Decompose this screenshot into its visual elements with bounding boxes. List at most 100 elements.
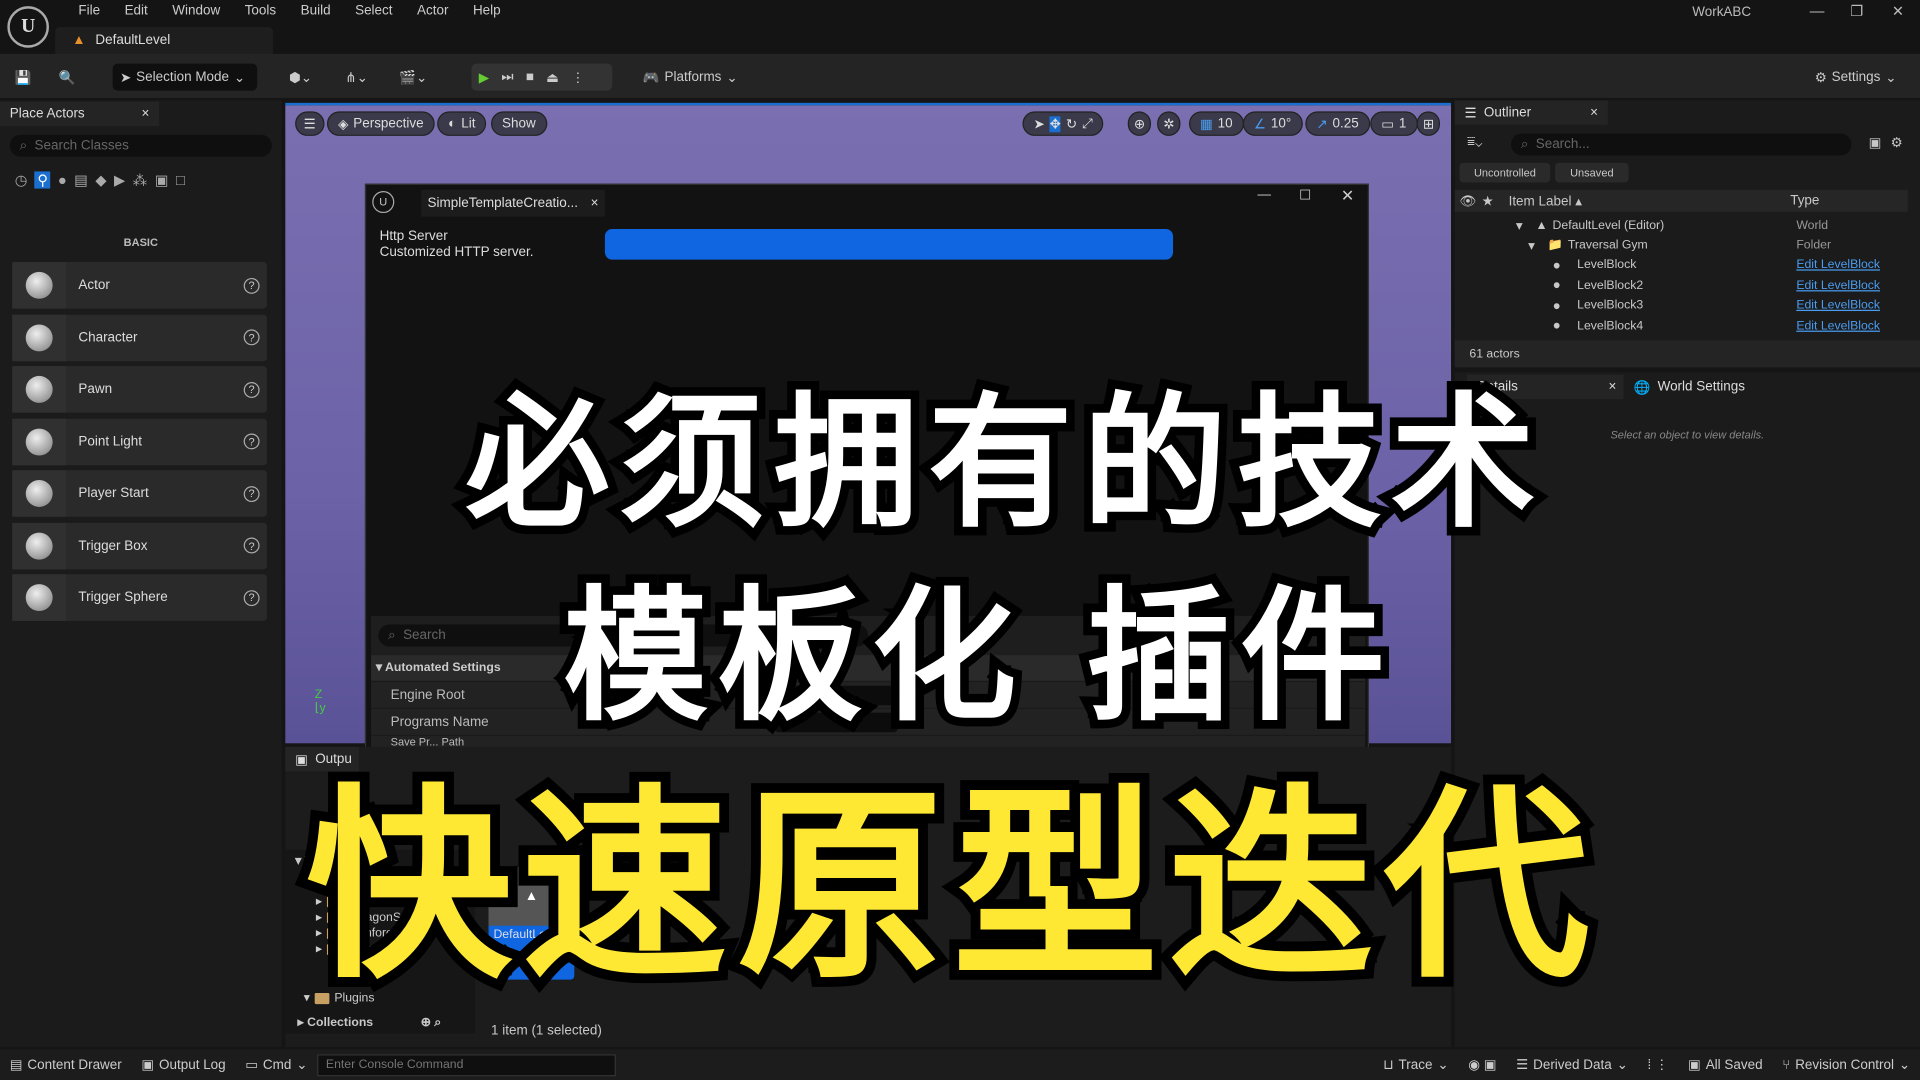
- stop-icon[interactable]: ■: [526, 70, 534, 85]
- outliner-tab[interactable]: ☰ Outliner ×: [1454, 100, 1608, 125]
- search-icon[interactable]: ⌕: [434, 1016, 441, 1029]
- selection-mode-dropdown[interactable]: ➤ Selection Mode ⌄: [112, 63, 258, 91]
- grid-snap[interactable]: ▦ 10: [1188, 111, 1244, 136]
- edit-levelblock-link[interactable]: Edit LevelBlock: [1796, 259, 1880, 272]
- more-icon[interactable]: ⋮: [571, 69, 584, 85]
- unreal-logo[interactable]: U: [7, 6, 49, 48]
- source-control-icon[interactable]: ⁞ ⋮: [1638, 1057, 1679, 1073]
- lit-button[interactable]: ◐ Lit: [437, 111, 487, 136]
- menu-actor[interactable]: Actor: [405, 4, 461, 19]
- help-icon[interactable]: ?: [243, 485, 260, 502]
- scale-icon[interactable]: ⤢: [1082, 116, 1093, 132]
- column-item-label[interactable]: Item Label ▴: [1509, 193, 1791, 209]
- filter-icon[interactable]: ⩸⌄: [1467, 135, 1482, 151]
- world-icon[interactable]: ⊕: [1127, 111, 1152, 136]
- cmd-dropdown[interactable]: ▭ Cmd ⌄: [235, 1057, 317, 1072]
- place-actors-tab[interactable]: Place Actors ×: [0, 101, 160, 127]
- menu-edit[interactable]: Edit: [112, 4, 160, 19]
- add-icon[interactable]: ⊕: [421, 1016, 431, 1029]
- edit-levelblock-link[interactable]: Edit LevelBlock: [1796, 279, 1880, 292]
- actor-item[interactable]: Actor?: [12, 262, 267, 309]
- trace-button[interactable]: ⊔ Trace ⌄: [1373, 1057, 1458, 1072]
- dialog-tab[interactable]: SimpleTemplateCreatio... ×: [421, 189, 605, 217]
- menu-select[interactable]: Select: [343, 4, 405, 19]
- basic-icon[interactable]: ⚲: [34, 171, 51, 189]
- restore-icon[interactable]: ❐: [1850, 2, 1863, 19]
- output-log-button[interactable]: ▣ Output Log: [132, 1057, 236, 1072]
- shapes-icon[interactable]: □: [176, 171, 185, 188]
- perspective-button[interactable]: ◈ Perspective: [326, 111, 435, 136]
- cinematic-icon[interactable]: ▤: [74, 171, 88, 188]
- surface-snap-icon[interactable]: ✲: [1157, 111, 1181, 136]
- collections-section[interactable]: ▸ Collections ⊕ ⌕: [298, 1016, 442, 1029]
- close-icon[interactable]: ✕: [1341, 186, 1354, 206]
- scale-snap[interactable]: ↗ 0.25: [1305, 111, 1370, 136]
- geometry-icon[interactable]: ▶: [114, 171, 125, 188]
- help-icon[interactable]: ?: [243, 589, 260, 606]
- outliner-row[interactable]: ▾ 📁 Traversal Gym Folder: [1455, 236, 1908, 256]
- actor-item[interactable]: Point Light?: [12, 418, 267, 465]
- actor-item[interactable]: Trigger Box?: [12, 522, 267, 569]
- close-icon[interactable]: ✕: [1892, 2, 1904, 19]
- outliner-row[interactable]: ● LevelBlock3 Edit LevelBlock: [1455, 296, 1908, 316]
- visibility-icon[interactable]: 👁: [1455, 193, 1482, 209]
- actor-item[interactable]: Character?: [12, 314, 267, 361]
- recent-icon[interactable]: ◷: [15, 171, 28, 188]
- all-saved-button[interactable]: ▣ All Saved: [1678, 1057, 1772, 1072]
- eject-icon[interactable]: ⏏: [546, 69, 559, 85]
- help-icon[interactable]: ?: [243, 277, 260, 294]
- unsaved-filter[interactable]: Unsaved: [1555, 162, 1629, 183]
- maximize-icon[interactable]: ☐: [1299, 187, 1311, 204]
- outliner-row[interactable]: ▾ ▲ DefaultLevel (Editor) World: [1455, 216, 1908, 236]
- gear-icon[interactable]: ⚙: [1891, 135, 1903, 151]
- menu-help[interactable]: Help: [461, 4, 513, 19]
- help-icon[interactable]: ?: [243, 381, 260, 398]
- platforms-dropdown[interactable]: 🎮 Platforms ⌄: [643, 64, 738, 91]
- console-command-input[interactable]: [317, 1053, 617, 1076]
- actor-item[interactable]: Pawn?: [12, 366, 267, 413]
- cinematics-icon[interactable]: 🎬⌄: [399, 64, 427, 91]
- close-icon[interactable]: ×: [1608, 380, 1616, 395]
- close-icon[interactable]: ×: [1590, 105, 1598, 120]
- volumes-icon[interactable]: ⁂: [133, 171, 148, 188]
- uncontrolled-filter[interactable]: Uncontrolled: [1459, 162, 1551, 183]
- save-icon[interactable]: 💾: [15, 64, 32, 91]
- add-actor-icon[interactable]: ⬢⌄: [289, 64, 312, 91]
- star-icon[interactable]: ★: [1482, 193, 1509, 209]
- edit-levelblock-link[interactable]: Edit LevelBlock: [1796, 299, 1880, 312]
- help-icon[interactable]: ?: [243, 537, 260, 554]
- minimize-icon[interactable]: —: [1258, 187, 1271, 202]
- revision-control-button[interactable]: ⑂ Revision Control ⌄: [1772, 1057, 1920, 1072]
- menu-file[interactable]: File: [66, 4, 112, 19]
- level-tab[interactable]: ▲ DefaultLevel: [55, 26, 274, 54]
- edit-levelblock-link[interactable]: Edit LevelBlock: [1796, 319, 1880, 332]
- browse-icon[interactable]: 🔍: [59, 64, 76, 91]
- actor-item[interactable]: Player Start?: [12, 470, 267, 517]
- camera-speed[interactable]: ▭ 1: [1370, 111, 1418, 136]
- menu-build[interactable]: Build: [288, 4, 342, 19]
- world-settings-tab[interactable]: 🌐 World Settings: [1624, 375, 1744, 399]
- blueprint-icon[interactable]: ⋔⌄: [345, 64, 368, 91]
- derived-data-button[interactable]: ☰ Derived Data ⌄: [1506, 1057, 1637, 1072]
- search-classes-input[interactable]: ⌕ Search Classes: [9, 134, 272, 157]
- outliner-search-input[interactable]: ⌕ Search...: [1511, 133, 1852, 156]
- help-icon[interactable]: ?: [243, 329, 260, 346]
- lights-icon[interactable]: ●: [58, 171, 67, 188]
- outliner-row[interactable]: ● LevelBlock Edit LevelBlock: [1455, 256, 1908, 276]
- visual-effects-icon[interactable]: ◆: [95, 171, 106, 188]
- step-icon[interactable]: ⏭: [501, 69, 513, 85]
- layout-icon[interactable]: ⊞: [1416, 111, 1441, 136]
- close-icon[interactable]: ×: [142, 107, 150, 122]
- move-icon[interactable]: ✥: [1049, 115, 1061, 132]
- record-icon[interactable]: ◉ ▣: [1458, 1057, 1506, 1073]
- help-icon[interactable]: ?: [243, 433, 260, 450]
- menu-window[interactable]: Window: [160, 4, 232, 19]
- all-classes-icon[interactable]: ▣: [155, 171, 169, 188]
- content-drawer-button[interactable]: ▤ Content Drawer: [0, 1057, 132, 1072]
- viewport-menu-icon[interactable]: ☰: [295, 111, 325, 136]
- outliner-row[interactable]: ● LevelBlock4 Edit LevelBlock: [1455, 316, 1908, 336]
- rotate-icon[interactable]: ↻: [1066, 116, 1077, 132]
- add-folder-icon[interactable]: ▣: [1869, 135, 1882, 151]
- play-icon[interactable]: ▶: [479, 69, 489, 85]
- minimize-icon[interactable]: —: [1810, 2, 1825, 19]
